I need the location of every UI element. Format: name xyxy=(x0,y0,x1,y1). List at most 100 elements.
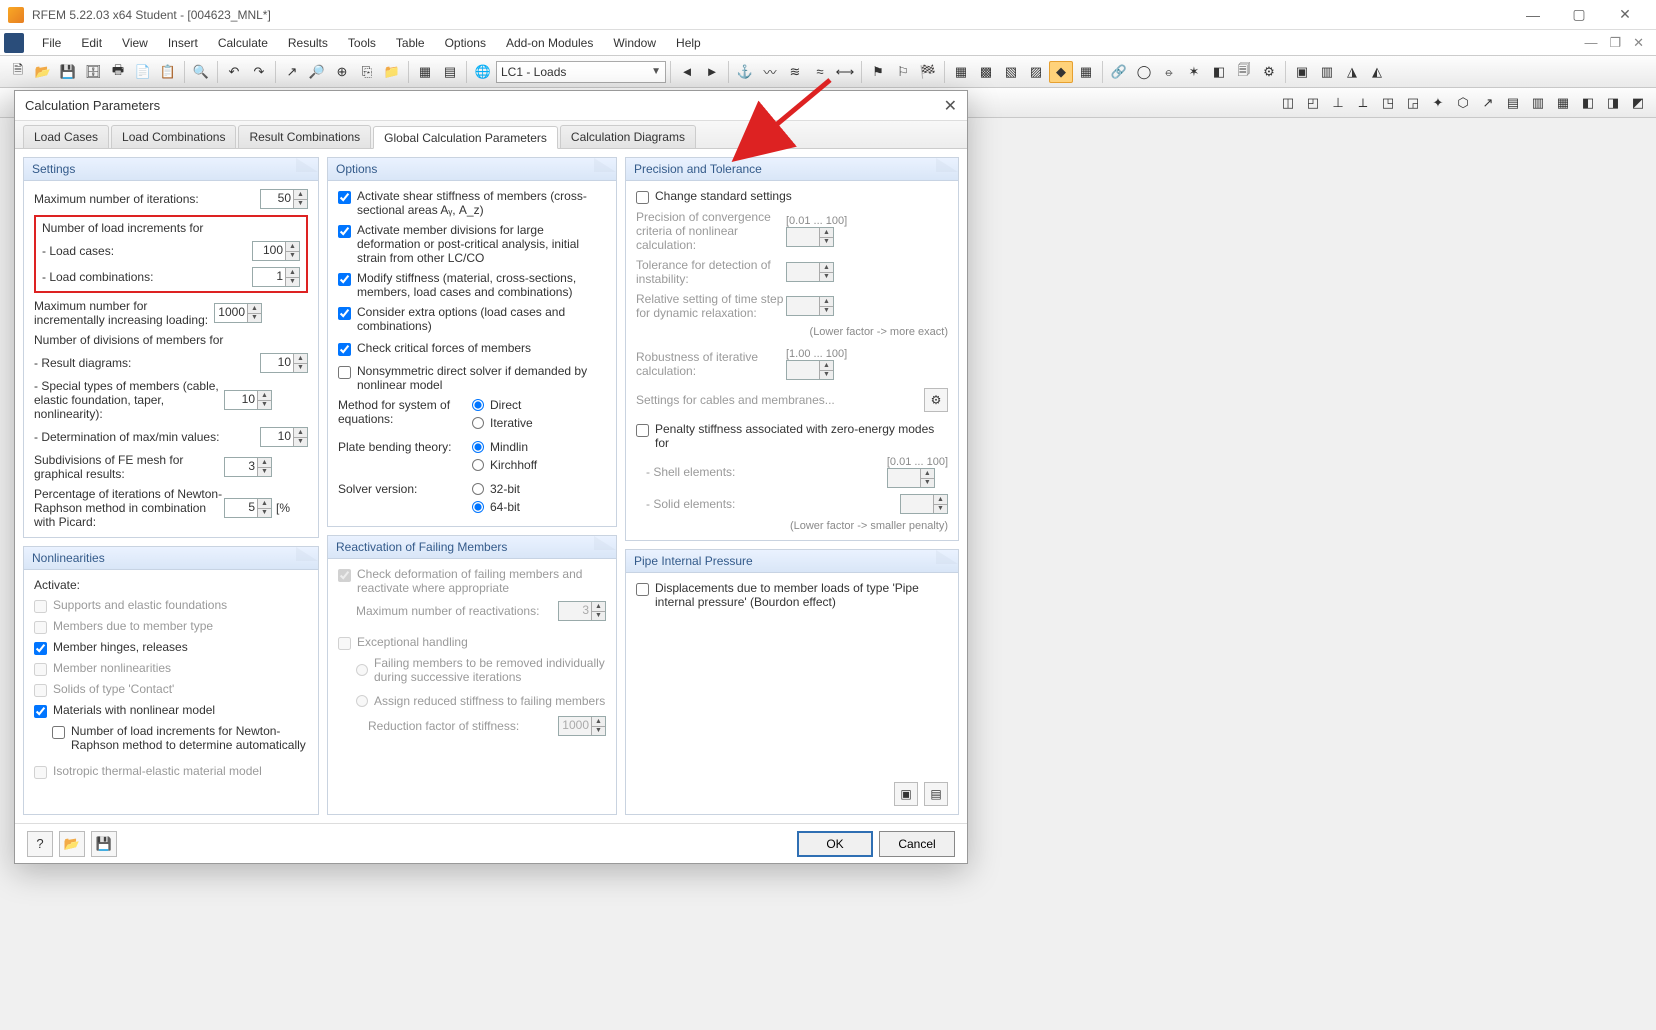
shape3-icon[interactable]: ◮ xyxy=(1340,61,1364,83)
grid2-icon[interactable]: ▩ xyxy=(974,61,998,83)
change-settings-checkbox[interactable] xyxy=(636,191,649,204)
menu-options[interactable]: Options xyxy=(435,32,496,54)
mdi-restore-icon[interactable]: ❐ xyxy=(1605,35,1625,51)
menu-table[interactable]: Table xyxy=(386,32,435,54)
grid5-icon[interactable]: ▦ xyxy=(1074,61,1098,83)
zoomfit-icon[interactable]: ⊕ xyxy=(330,61,354,83)
loadcase-combo[interactable]: LC1 - Loads▼ xyxy=(496,61,666,83)
beam2-icon[interactable]: ≋ xyxy=(783,61,807,83)
shape1-icon[interactable]: ▣ xyxy=(1290,61,1314,83)
menu-addon[interactable]: Add-on Modules xyxy=(496,32,603,54)
tb2-icon-8[interactable]: ⬡ xyxy=(1451,92,1475,114)
tab-loadcases[interactable]: Load Cases xyxy=(23,125,109,148)
print-icon[interactable]: 🖶 xyxy=(106,61,130,83)
nr-auto-checkbox[interactable] xyxy=(52,726,65,739)
table-icon[interactable]: ▦ xyxy=(413,61,437,83)
next-icon[interactable]: ► xyxy=(700,61,724,83)
critical-checkbox[interactable] xyxy=(338,343,351,356)
menu-file[interactable]: File xyxy=(32,32,71,54)
menu-view[interactable]: View xyxy=(112,32,158,54)
cancel-button[interactable]: Cancel xyxy=(879,831,955,857)
help-button[interactable]: ? xyxy=(27,831,53,857)
clipboard-icon[interactable]: 📋 xyxy=(156,61,180,83)
subdiv-input[interactable]: 3▲▼ xyxy=(224,457,272,477)
beam1-icon[interactable]: 〰 xyxy=(758,61,782,83)
materials-checkbox[interactable] xyxy=(34,705,47,718)
divisions-checkbox[interactable] xyxy=(338,225,351,238)
solver-32-radio[interactable] xyxy=(472,483,484,495)
zoom-icon[interactable]: 🔎 xyxy=(305,61,329,83)
report-icon[interactable]: 📄 xyxy=(131,61,155,83)
mdi-close-icon[interactable]: ✕ xyxy=(1629,35,1648,51)
max-iterations-input[interactable]: 50▲▼ xyxy=(260,189,308,209)
tb2-icon-3[interactable]: ⊥ xyxy=(1326,92,1350,114)
penalty-checkbox[interactable] xyxy=(636,424,649,437)
anchor-icon[interactable]: ⚓ xyxy=(733,61,757,83)
pipe-icon-2[interactable]: ▤ xyxy=(924,782,948,806)
nr-picard-input[interactable]: 5▲▼ xyxy=(224,498,272,518)
ok-button[interactable]: OK xyxy=(797,831,873,857)
menu-insert[interactable]: Insert xyxy=(158,32,208,54)
menu-calculate[interactable]: Calculate xyxy=(208,32,278,54)
tb2-icon-5[interactable]: ◳ xyxy=(1376,92,1400,114)
mdi-min-icon[interactable]: — xyxy=(1580,35,1601,51)
pipe-icon-1[interactable]: ▣ xyxy=(894,782,918,806)
kirchhoff-radio[interactable] xyxy=(472,459,484,471)
copyview-icon[interactable]: ⎘ xyxy=(355,61,379,83)
modify-checkbox[interactable] xyxy=(338,273,351,286)
menu-tools[interactable]: Tools xyxy=(338,32,386,54)
load-combinations-input[interactable]: 1▲▼ xyxy=(252,267,300,287)
gear-icon[interactable]: ⚙ xyxy=(1257,61,1281,83)
link-icon[interactable]: 🔗 xyxy=(1107,61,1131,83)
iterative-radio[interactable] xyxy=(472,417,484,429)
direct-radio[interactable] xyxy=(472,399,484,411)
close-button[interactable]: ✕ xyxy=(1602,1,1648,29)
tab-global[interactable]: Global Calculation Parameters xyxy=(373,126,558,149)
cross-icon[interactable]: ✶ xyxy=(1182,61,1206,83)
menu-help[interactable]: Help xyxy=(666,32,711,54)
result-diag-input[interactable]: 10▲▼ xyxy=(260,353,308,373)
cube-icon[interactable]: ◧ xyxy=(1207,61,1231,83)
mirror-icon[interactable]: ⦵ xyxy=(1157,61,1181,83)
tb2-icon-9[interactable]: ↗ xyxy=(1476,92,1500,114)
nonsym-checkbox[interactable] xyxy=(338,366,351,379)
undo-icon[interactable]: ↶ xyxy=(222,61,246,83)
save-icon[interactable]: 💾 xyxy=(56,61,80,83)
flag1-icon[interactable]: ⚑ xyxy=(866,61,890,83)
new-icon[interactable]: 🗎 xyxy=(6,61,30,83)
tb2-icon-4[interactable]: ⟂ xyxy=(1351,92,1375,114)
redo-icon[interactable]: ↷ xyxy=(247,61,271,83)
preview-icon[interactable]: 🔍 xyxy=(189,61,213,83)
grid1-icon[interactable]: ▦ xyxy=(949,61,973,83)
circle-icon[interactable]: ◯ xyxy=(1132,61,1156,83)
tb2-icon-15[interactable]: ◩ xyxy=(1626,92,1650,114)
tb2-icon-13[interactable]: ◧ xyxy=(1576,92,1600,114)
tb2-icon-11[interactable]: ▥ xyxy=(1526,92,1550,114)
dim-icon[interactable]: ⟷ xyxy=(833,61,857,83)
grid3-icon[interactable]: ▧ xyxy=(999,61,1023,83)
shape2-icon[interactable]: ▥ xyxy=(1315,61,1339,83)
highlighted-toolbar-icon[interactable]: ◆ xyxy=(1049,61,1073,83)
table2-icon[interactable]: ▤ xyxy=(438,61,462,83)
beam3-icon[interactable]: ≈ xyxy=(808,61,832,83)
cables-settings-button[interactable]: ⚙ xyxy=(924,388,948,412)
folder-icon[interactable]: 📁 xyxy=(380,61,404,83)
tb2-icon-12[interactable]: ▦ xyxy=(1551,92,1575,114)
flag3-icon[interactable]: 🏁 xyxy=(916,61,940,83)
mindlin-radio[interactable] xyxy=(472,441,484,453)
menu-edit[interactable]: Edit xyxy=(71,32,112,54)
saveas-icon[interactable]: 🗄 xyxy=(81,61,105,83)
tb2-icon-7[interactable]: ✦ xyxy=(1426,92,1450,114)
menu-window[interactable]: Window xyxy=(603,32,666,54)
save-settings-button[interactable]: 💾 xyxy=(91,831,117,857)
shear-checkbox[interactable] xyxy=(338,191,351,204)
load-cases-input[interactable]: 100▲▼ xyxy=(252,241,300,261)
solver-64-radio[interactable] xyxy=(472,501,484,513)
doc-icon[interactable]: 🗐 xyxy=(1232,61,1256,83)
displacements-checkbox[interactable] xyxy=(636,583,649,596)
max-incr-load-input[interactable]: 1000▲▼ xyxy=(214,303,262,323)
load-button[interactable]: 📂 xyxy=(59,831,85,857)
minimize-button[interactable]: — xyxy=(1510,1,1556,29)
menu-results[interactable]: Results xyxy=(278,32,338,54)
maximize-button[interactable]: ▢ xyxy=(1556,1,1602,29)
